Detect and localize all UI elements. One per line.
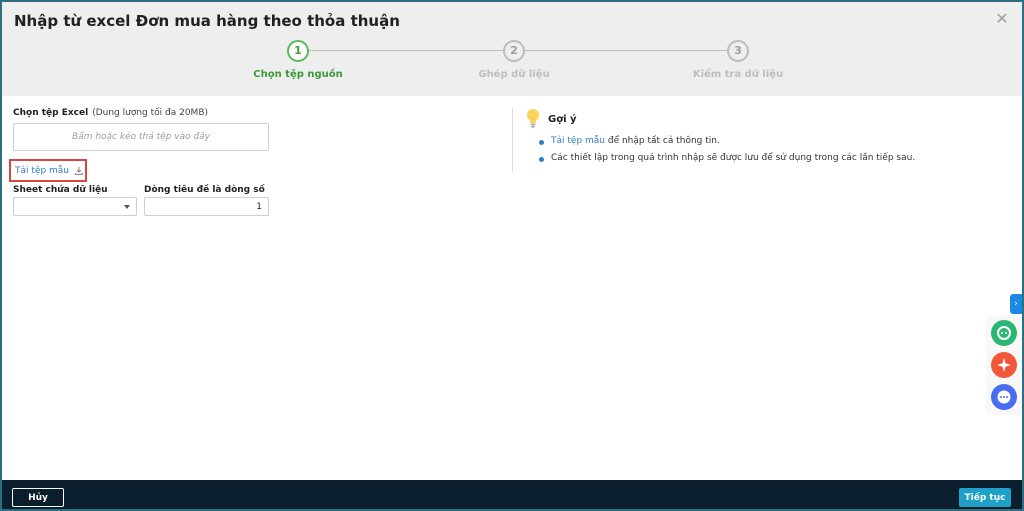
dialog-title: Nhập từ excel Đơn mua hàng theo thỏa thu…	[14, 12, 400, 30]
hint-download-template-link[interactable]: Tải tệp mẫu	[551, 136, 605, 146]
step-3-circle: 3	[727, 40, 749, 62]
message-icon[interactable]	[991, 384, 1017, 410]
lightbulb-icon	[527, 109, 539, 128]
excel-file-label-text: Chọn tệp Excel	[13, 108, 89, 118]
close-icon[interactable]: ✕	[994, 11, 1010, 27]
header-row-label: Dòng tiêu đề là dòng số	[144, 185, 265, 195]
excel-file-label: Chọn tệp Excel (Dung lượng tối đa 20MB)	[13, 108, 208, 118]
step-3-label: Kiểm tra dữ liệu	[692, 69, 784, 80]
chat-bot-icon[interactable]	[991, 320, 1017, 346]
hint-item-1-text: để nhập tất cả thông tin.	[605, 136, 720, 146]
hint-divider	[512, 108, 513, 172]
ai-sparkle-icon[interactable]	[991, 352, 1017, 378]
sheet-select[interactable]	[13, 197, 137, 216]
sheet-label: Sheet chứa dữ liệu	[13, 185, 108, 195]
import-dialog: Nhập từ excel Đơn mua hàng theo thỏa thu…	[2, 2, 1022, 509]
step-connector	[525, 50, 727, 51]
dialog-footer: Hủy Tiếp tục	[2, 480, 1022, 509]
download-template-link[interactable]: Tải tệp mẫu	[9, 159, 87, 182]
hint-title: Gợi ý	[548, 114, 577, 125]
step-1-circle: 1	[287, 40, 309, 62]
chevron-down-icon	[124, 205, 130, 209]
dropzone-text: Bấm hoặc kéo thả tệp vào đây	[72, 132, 210, 142]
side-widget-panel	[986, 315, 1022, 415]
step-2-circle: 2	[503, 40, 525, 62]
cancel-button[interactable]: Hủy	[12, 488, 64, 507]
hint-item-2: Các thiết lập trong quá trình nhập sẽ đư…	[538, 153, 916, 163]
step-2-label: Ghép dữ liệu	[478, 69, 550, 80]
hint-item-1: Tải tệp mẫu để nhập tất cả thông tin.	[539, 136, 720, 146]
step-1-label: Chọn tệp nguồn	[253, 69, 343, 80]
dialog-header: Nhập từ excel Đơn mua hàng theo thỏa thu…	[2, 2, 1022, 96]
size-note: (Dung lượng tối đa 20MB)	[92, 108, 209, 118]
next-button[interactable]: Tiếp tục	[959, 488, 1011, 507]
download-icon	[75, 166, 83, 175]
header-row-input[interactable]	[144, 197, 269, 216]
step-connector	[309, 50, 503, 51]
download-template-text: Tải tệp mẫu	[15, 165, 69, 176]
side-panel-toggle[interactable]: ›	[1010, 294, 1022, 314]
file-dropzone[interactable]: Bấm hoặc kéo thả tệp vào đây	[13, 123, 269, 151]
